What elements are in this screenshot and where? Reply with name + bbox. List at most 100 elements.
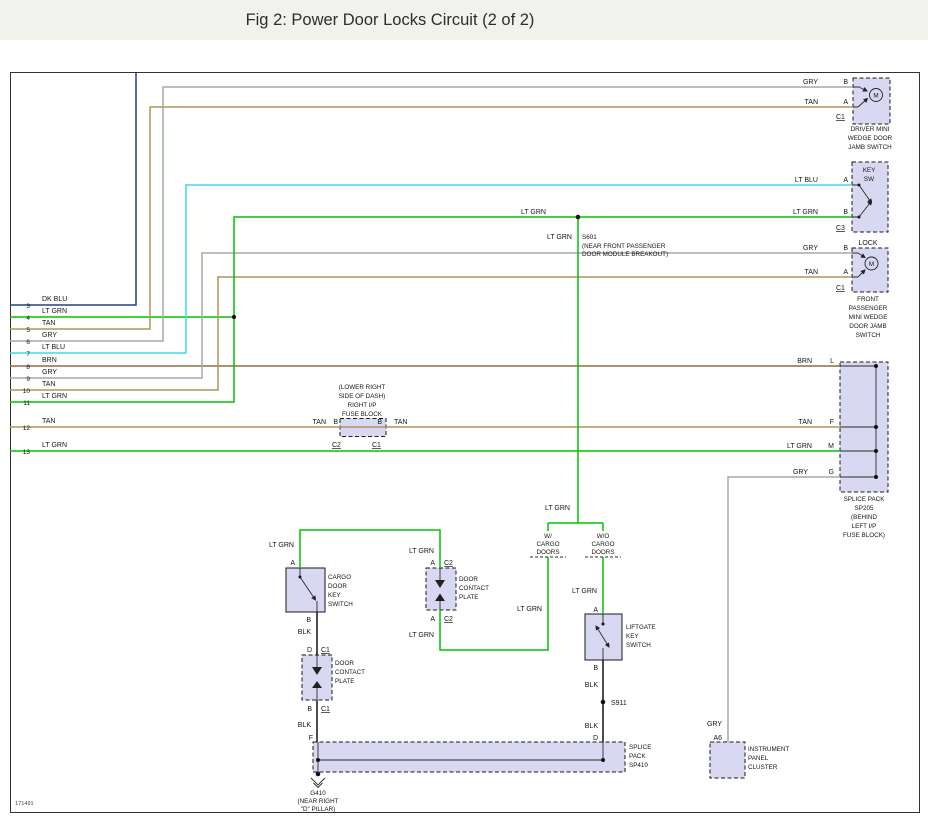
circuit-number: 7 — [26, 351, 30, 358]
component-name: PASSENGER — [849, 305, 888, 312]
wire-color-label: LT GRN — [269, 542, 294, 549]
circuit-number: 9 — [26, 376, 30, 383]
wire-color-label: LT GRN — [42, 308, 67, 315]
circuit-number: 13 — [23, 449, 31, 456]
document-number: 171491 — [15, 801, 34, 807]
connector-label: C2 — [332, 442, 341, 449]
component-name: JAMB SWITCH — [848, 144, 892, 151]
component-name: (BEHIND — [851, 514, 877, 521]
bus-dot — [874, 449, 878, 453]
wire-color-label: LT GRN — [787, 443, 812, 450]
variant-label: CARGO — [591, 541, 614, 548]
component-name: SWITCH — [626, 642, 651, 649]
cargo-key-switch-box — [286, 568, 325, 612]
component-name: PLATE — [459, 594, 478, 601]
component-name: PANEL — [748, 755, 769, 762]
component-name: DOOR — [335, 660, 354, 667]
wire-color-label: TAN — [805, 99, 818, 106]
wire-color-label: BLK — [585, 723, 599, 730]
component-name: KEY — [863, 167, 876, 174]
wire-color-label: LT GRN — [42, 442, 67, 449]
component-name: CONTACT — [335, 669, 365, 676]
wire-color-label: DK BLU — [42, 296, 67, 303]
component-name: DOOR — [328, 583, 347, 590]
connector-label: C3 — [836, 225, 845, 232]
terminal-label: A6 — [713, 735, 722, 742]
component-name: SP410 — [629, 762, 648, 769]
wire-color-label: LT GRN — [793, 209, 818, 216]
wire-color-label: BRN — [42, 357, 57, 364]
component-name: CLUSTER — [748, 764, 778, 771]
contact-dot — [602, 623, 605, 626]
terminal-label: A — [290, 560, 295, 567]
wire-color-label: LT BLU — [795, 177, 818, 184]
wire-color-label: GRY — [707, 721, 722, 728]
wiring-diagram-page: Fig 2: Power Door Locks Circuit (2 of 2) — [0, 0, 928, 827]
component-name: SIDE OF DASH) — [339, 393, 386, 400]
terminal-label: F — [830, 419, 834, 426]
wire-ipc-gry — [728, 477, 840, 742]
ground-name: G410 — [310, 790, 326, 797]
terminal-label: A — [843, 269, 848, 276]
ground-labels: G410 (NEAR RIGHT "D" PILLAR) — [298, 790, 339, 813]
component-name: FRONT — [857, 296, 879, 303]
terminal-label: A — [843, 177, 848, 184]
component-name: DRIVER MINI — [851, 126, 890, 133]
circuit-number: 11 — [23, 400, 30, 407]
component-name: DOOR — [459, 576, 478, 583]
component-name: LOCK — [858, 240, 877, 247]
left-circuit-entries: 3 4 5 6 7 8 9 10 11 12 13 DK BLU LT GRN … — [23, 296, 68, 456]
motor-letter: M — [869, 261, 874, 268]
terminal-label: A — [430, 560, 435, 567]
wire-color-label: TAN — [42, 381, 55, 388]
bus-dot — [874, 364, 878, 368]
terminal-label: B — [377, 419, 382, 426]
wire-color-label: BLK — [298, 629, 312, 636]
wire-color-label: LT GRN — [545, 505, 570, 512]
component-name: PLATE — [335, 678, 354, 685]
variant-label: W/ — [544, 533, 552, 540]
ground-dot — [316, 772, 321, 777]
circuit-number: 8 — [26, 364, 30, 371]
bus-dot — [601, 758, 605, 762]
component-name: LIFTGATE — [626, 624, 656, 631]
component-name: MINI WEDGE — [849, 314, 888, 321]
component-name: FUSE BLOCK — [342, 411, 383, 418]
terminal-label: B — [593, 665, 598, 672]
circuit-number: 3 — [26, 303, 30, 310]
splice-location: DOOR MODULE BREAKOUT) — [582, 251, 668, 258]
splice-name: S601 — [582, 234, 597, 241]
wire-color-label: TAN — [42, 418, 55, 425]
fuse-block-labels: (LOWER RIGHT SIDE OF DASH) RIGHT I/P FUS… — [313, 384, 408, 449]
wire-color-label: GRY — [42, 369, 57, 376]
component-name: SPLICE PACK — [844, 496, 886, 503]
terminal-label: D — [593, 735, 598, 742]
wire-color-label: BLK — [585, 682, 599, 689]
junction-dot — [232, 315, 236, 319]
component-name: SPLICE — [629, 744, 651, 751]
terminal-label: D — [307, 647, 312, 654]
wire-color-label: GRY — [793, 469, 808, 476]
wire-color-label: TAN — [42, 320, 55, 327]
labels: 3 4 5 6 7 8 9 10 11 12 13 DK BLU LT GRN … — [15, 79, 893, 813]
wire-color-label: TAN — [805, 269, 818, 276]
wire-3-dk-blu — [10, 73, 136, 305]
component-name: KEY — [626, 633, 639, 640]
terminal-label: B — [843, 245, 848, 252]
splice-pack-sp410-box — [313, 742, 625, 772]
component-name: SWITCH — [328, 601, 353, 608]
terminal-label: F — [309, 735, 313, 742]
component-name: WEDGE DOOR — [848, 135, 893, 142]
component-name: RIGHT I/P — [348, 402, 377, 409]
diagram-frame — [11, 73, 920, 813]
wires — [10, 73, 853, 742]
ground-icon — [311, 778, 325, 788]
connector-label: C2 — [444, 560, 453, 567]
wire-color-label: LT GRN — [572, 588, 597, 595]
wire-color-label: GRY — [42, 332, 57, 339]
component-name: CARGO — [328, 574, 351, 581]
wire-color-label: TAN — [313, 419, 326, 426]
component-name: PACK — [629, 753, 646, 760]
variant-label: W/O — [597, 533, 610, 540]
variant-label: DOORS — [536, 549, 559, 556]
